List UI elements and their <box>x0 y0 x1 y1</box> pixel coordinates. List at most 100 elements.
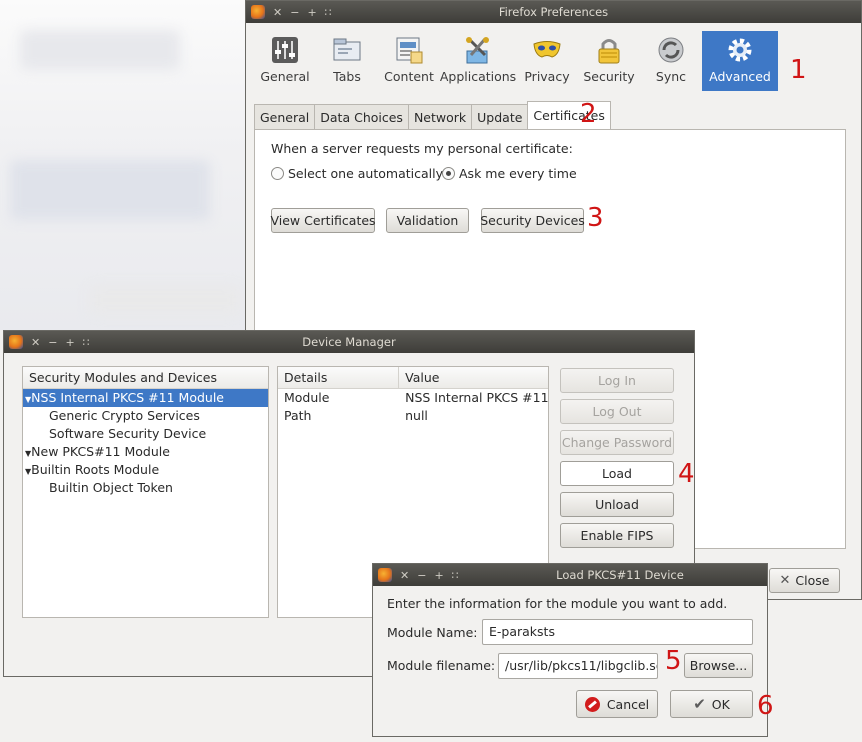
device-manager-title: Device Manager <box>302 335 396 349</box>
tree-item[interactable]: Generic Crypto Services <box>23 407 268 425</box>
cancel-button[interactable]: Cancel <box>576 690 658 718</box>
sliders-icon <box>272 37 298 63</box>
security-devices-button[interactable]: Security Devices <box>480 208 585 233</box>
pref-tab-privacy[interactable]: Privacy <box>516 31 578 91</box>
validation-button[interactable]: Validation <box>386 208 469 233</box>
resize-grip-icon[interactable]: ∷ <box>83 336 90 349</box>
tree-item-label: Generic Crypto Services <box>49 408 200 423</box>
load-pkcs11-dialog: ✕ − + ∷ Load PKCS#11 Device Enter the in… <box>372 563 774 737</box>
radio-select-automatically-label: Select one automatically <box>288 166 443 181</box>
resize-grip-icon[interactable]: ∷ <box>325 6 332 19</box>
tree-item-label: NSS Internal PKCS #11 Module <box>31 390 224 405</box>
pref-tab-sync[interactable]: Sync <box>640 31 702 91</box>
tree-item[interactable]: Software Security Device <box>23 425 268 443</box>
firefox-icon <box>251 5 265 19</box>
close-window-icon[interactable]: ✕ <box>400 569 409 582</box>
load-button[interactable]: Load <box>560 461 674 486</box>
ok-button[interactable]: ✔ OK <box>670 690 753 718</box>
advanced-subtabs: General Data Choices Network Update Cert… <box>254 101 611 130</box>
checkmark-icon: ✔ <box>693 695 706 713</box>
sync-icon <box>658 37 684 63</box>
pref-tab-tabs-label: Tabs <box>333 69 361 84</box>
cancel-icon <box>584 696 600 712</box>
load-dialog-titlebar: ✕ − + ∷ Load PKCS#11 Device <box>373 564 767 586</box>
radio-ask-every-time[interactable]: Ask me every time <box>442 166 577 181</box>
annotation-marker-2: 2 <box>580 99 597 129</box>
preferences-title: Firefox Preferences <box>498 5 609 19</box>
load-dialog-title: Load PKCS#11 Device <box>556 568 684 582</box>
detail-value: null <box>405 408 428 423</box>
annotation-marker-6: 6 <box>757 691 774 721</box>
tabs-icon <box>333 38 361 61</box>
enable-fips-button[interactable]: Enable FIPS <box>560 523 674 548</box>
radio-button[interactable] <box>271 167 284 180</box>
close-button-label: Close <box>795 573 830 588</box>
tree-item[interactable]: ▼New PKCS#11 Module <box>23 443 268 461</box>
maximize-window-icon[interactable]: + <box>65 336 74 349</box>
pref-tab-general-label: General <box>260 69 310 84</box>
unload-button[interactable]: Unload <box>560 492 674 517</box>
firefox-icon <box>378 568 392 582</box>
log-out-button[interactable]: Log Out <box>560 399 674 424</box>
security-modules-tree[interactable]: Security Modules and Devices ▼NSS Intern… <box>22 366 269 618</box>
subtab-network[interactable]: Network <box>407 104 473 130</box>
minimize-window-icon[interactable]: − <box>290 6 299 19</box>
browse-button[interactable]: Browse... <box>684 653 753 678</box>
value-column-header[interactable]: Value <box>399 367 548 388</box>
minimize-window-icon[interactable]: − <box>48 336 57 349</box>
annotation-marker-4: 4 <box>678 459 695 489</box>
ok-button-label: OK <box>711 696 730 712</box>
radio-select-automatically[interactable]: Select one automatically <box>271 166 443 181</box>
lock-icon <box>598 39 620 64</box>
applications-icon <box>466 37 489 64</box>
pref-tab-advanced[interactable]: Advanced <box>702 31 778 91</box>
maximize-window-icon[interactable]: + <box>307 6 316 19</box>
pref-tab-general[interactable]: General <box>254 31 316 91</box>
subtab-certificates[interactable]: Certificates <box>527 101 611 130</box>
annotation-marker-3: 3 <box>587 203 604 233</box>
annotation-marker-1: 1 <box>790 55 807 85</box>
tree-item[interactable]: ▼Builtin Roots Module <box>23 461 268 479</box>
minimize-window-icon[interactable]: − <box>417 569 426 582</box>
close-button[interactable]: ✕ Close <box>769 568 840 593</box>
module-name-label: Module Name: <box>387 625 478 640</box>
pref-tab-security[interactable]: Security <box>578 31 640 91</box>
mask-icon <box>533 41 561 58</box>
module-filename-input[interactable]: /usr/lib/pkcs11/libgclib.so <box>498 653 658 679</box>
radio-button-selected[interactable] <box>442 167 455 180</box>
close-window-icon[interactable]: ✕ <box>273 6 282 19</box>
pref-tab-applications-label: Applications <box>439 69 517 84</box>
tree-item-label: Builtin Roots Module <box>31 462 160 477</box>
tree-item-label: Software Security Device <box>49 426 207 441</box>
detail-value: NSS Internal PKCS #11... <box>405 390 548 405</box>
details-column-header[interactable]: Details <box>278 367 400 388</box>
tree-item[interactable]: Builtin Object Token <box>23 479 268 497</box>
maximize-window-icon[interactable]: + <box>434 569 443 582</box>
table-row: Module NSS Internal PKCS #11... <box>278 389 548 407</box>
log-in-button[interactable]: Log In <box>560 368 674 393</box>
detail-key: Path <box>284 408 312 423</box>
resize-grip-icon[interactable]: ∷ <box>452 569 459 582</box>
pref-tab-content[interactable]: Content <box>378 31 440 91</box>
close-window-icon[interactable]: ✕ <box>31 336 40 349</box>
change-password-button[interactable]: Change Password <box>560 430 674 455</box>
device-manager-titlebar: ✕ − + ∷ Device Manager <box>4 331 694 353</box>
load-dialog-intro: Enter the information for the module you… <box>387 596 728 611</box>
pref-tab-content-label: Content <box>384 69 434 84</box>
view-certificates-button[interactable]: View Certificates <box>270 208 376 233</box>
pref-tab-applications[interactable]: Applications <box>440 31 516 91</box>
subtab-data-choices[interactable]: Data Choices <box>314 104 409 130</box>
close-icon: ✕ <box>779 573 791 588</box>
preferences-titlebar: ✕ − + ∷ Firefox Preferences <box>246 1 861 23</box>
cancel-button-label: Cancel <box>606 696 650 712</box>
annotation-marker-5: 5 <box>665 646 682 676</box>
subtab-general[interactable]: General <box>254 104 316 130</box>
module-name-input[interactable]: E-paraksts <box>482 619 753 645</box>
tree-column-header[interactable]: Security Modules and Devices <box>23 367 268 389</box>
subtab-update[interactable]: Update <box>471 104 529 130</box>
pref-tab-security-label: Security <box>583 69 635 84</box>
certificate-request-label: When a server requests my personal certi… <box>271 141 573 156</box>
detail-key: Module <box>284 390 330 405</box>
pref-tab-tabs[interactable]: Tabs <box>316 31 378 91</box>
tree-item[interactable]: ▼NSS Internal PKCS #11 Module <box>23 389 268 407</box>
